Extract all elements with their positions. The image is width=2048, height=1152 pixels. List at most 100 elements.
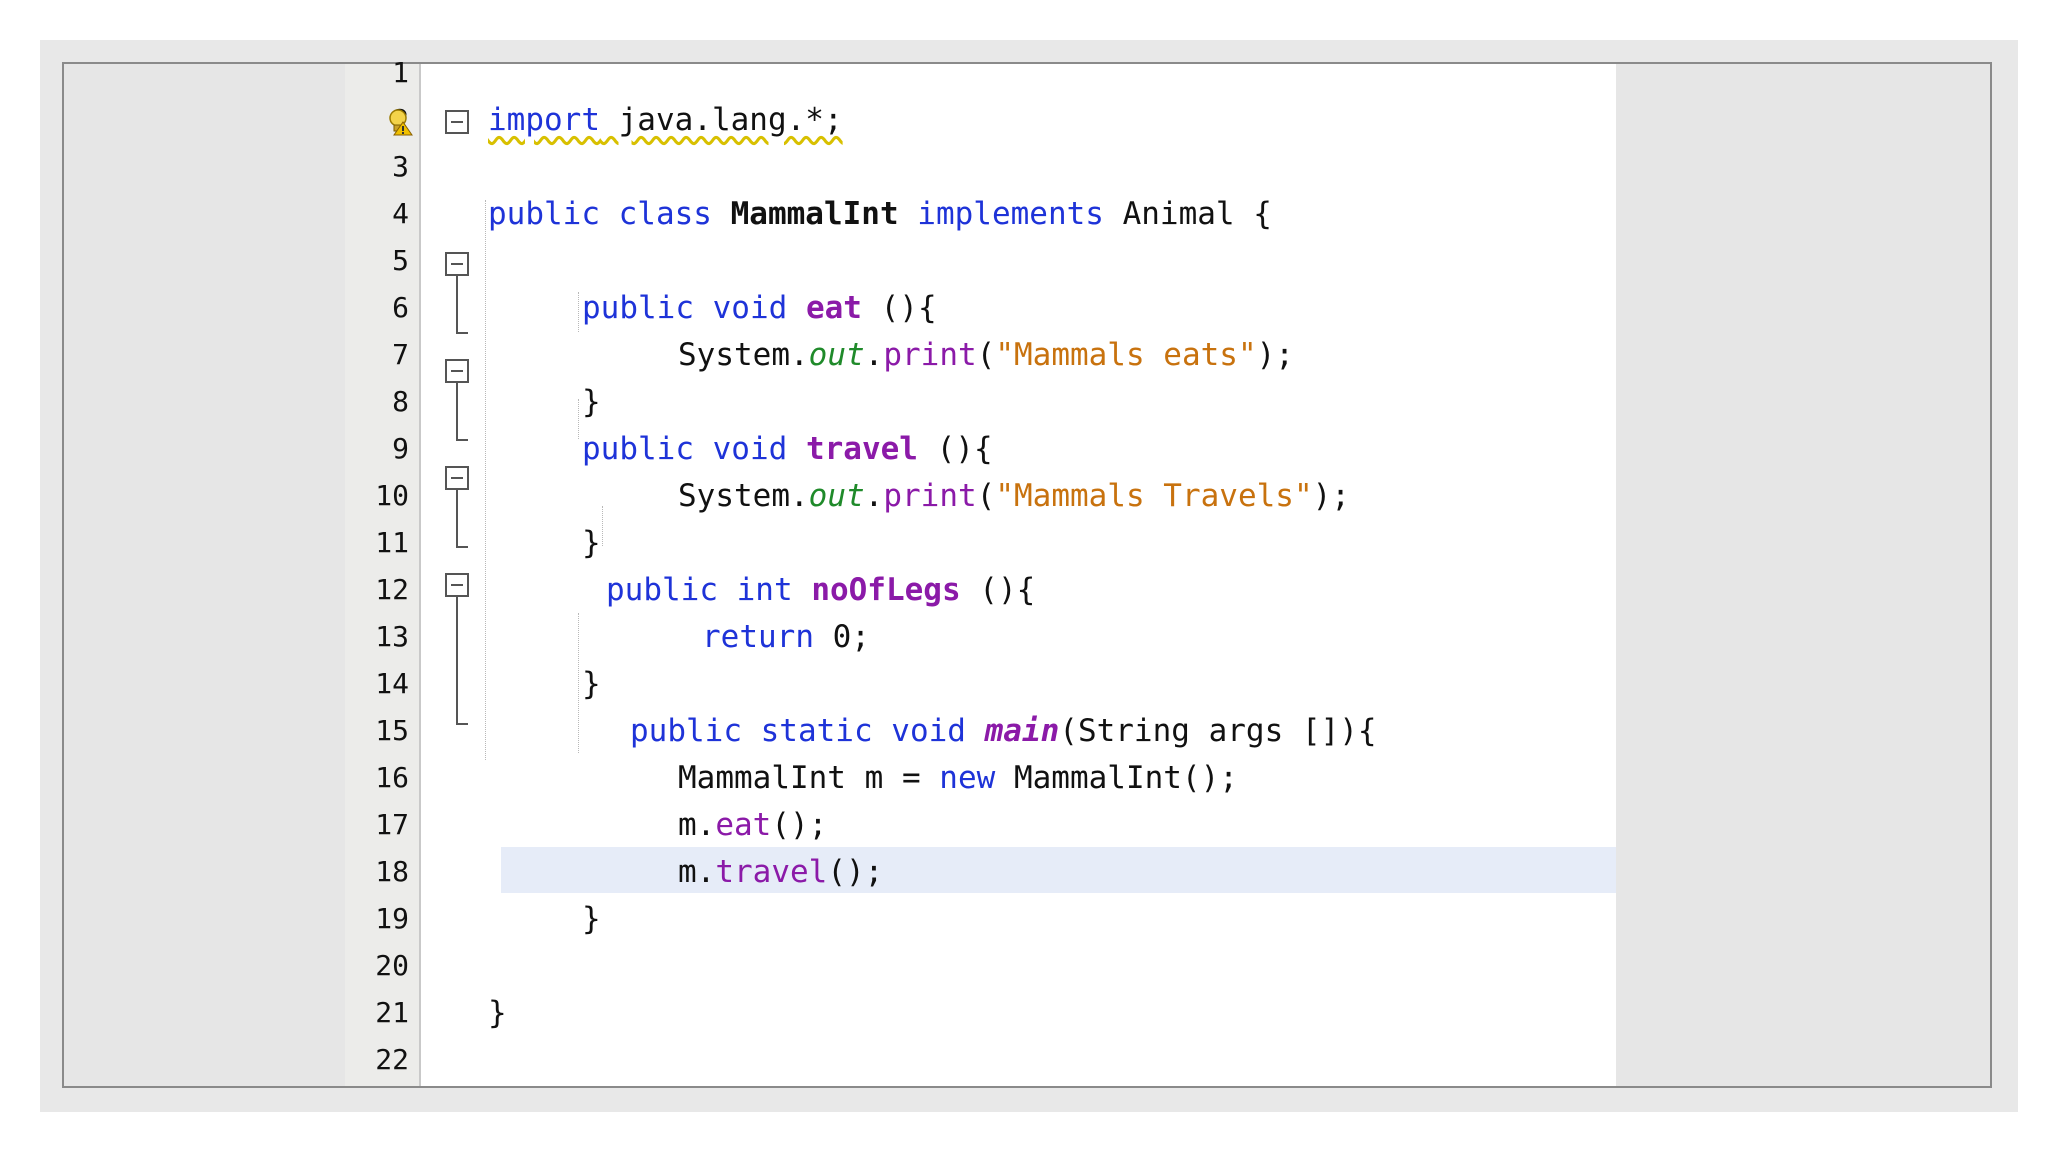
code-line-15[interactable]: public static void main(String args []){ (630, 708, 1377, 754)
line-number: 8 (392, 385, 409, 418)
code-text: ); (1312, 478, 1350, 514)
keyword: public void (582, 431, 788, 467)
code-line-19[interactable]: } (582, 896, 601, 942)
code-line-13[interactable]: return 0; (702, 614, 870, 660)
code-line-10[interactable]: System.out.print("Mammals Travels"); (678, 473, 1350, 519)
lightbulb-warning-icon[interactable] (387, 108, 413, 136)
code-editor[interactable]: 12345678910111213141516171819202122 (345, 56, 1616, 1086)
code-text: (){ (917, 431, 993, 467)
fold-range-end (456, 723, 468, 725)
line-number: 10 (375, 479, 409, 512)
ide-panel: 12345678910111213141516171819202122 (62, 56, 1992, 1088)
code-text: ( (976, 337, 996, 373)
code-line-12[interactable]: public int noOfLegs (){ (606, 567, 1035, 613)
indent-guide (485, 200, 486, 760)
code-line-21[interactable]: } (488, 990, 507, 1036)
method-call: travel (715, 854, 828, 890)
fold-range-end (456, 439, 468, 441)
line-number: 6 (392, 291, 409, 324)
line-number: 16 (375, 761, 409, 794)
code-line-9[interactable]: public void travel (){ (582, 426, 993, 472)
fold-collapse-icon[interactable] (445, 359, 469, 383)
fold-range-line (456, 490, 458, 548)
code-line-17[interactable]: m.eat(); (678, 802, 827, 848)
fold-range-line (456, 276, 458, 334)
method-name: main (984, 713, 1060, 749)
line-number: 17 (375, 808, 409, 841)
keyword: import (488, 102, 600, 138)
code-line-2[interactable]: import java.lang.*; (488, 97, 843, 143)
code-text: . (864, 337, 884, 373)
string-literal: "Mammals eats" (995, 337, 1257, 373)
string-literal: "Mammals Travels" (995, 478, 1313, 514)
method-call: print (883, 337, 977, 373)
static-field: out (808, 337, 865, 373)
method-name: eat (805, 290, 862, 326)
fold-collapse-icon[interactable] (445, 252, 469, 276)
method-call: print (883, 478, 977, 514)
keyword: public void (582, 290, 788, 326)
line-number: 4 (392, 197, 409, 230)
code-line-4[interactable]: public class MammalInt implements Animal… (488, 191, 1272, 237)
method-name: travel (805, 431, 918, 467)
code-text: (); (827, 854, 884, 890)
keyword: implements (917, 196, 1104, 232)
code-text: 0; (813, 619, 870, 655)
line-number: 19 (375, 902, 409, 935)
code-text: MammalInt m = (678, 760, 940, 796)
code-line-11[interactable]: } (582, 520, 601, 566)
indent-guide (578, 399, 579, 439)
fold-range-line (456, 383, 458, 441)
line-number: 7 (392, 338, 409, 371)
current-line-highlight (501, 847, 1616, 893)
class-name: MammalInt (730, 196, 899, 232)
code-line-6[interactable]: public void eat (){ (582, 285, 937, 331)
code-text: Animal { (1122, 196, 1272, 232)
fold-range-end (456, 332, 468, 334)
line-number: 15 (375, 714, 409, 747)
indent-guide (578, 292, 579, 332)
line-number: 5 (392, 244, 409, 277)
code-text: } (582, 525, 601, 561)
code-line-7[interactable]: System.out.print("Mammals eats"); (678, 332, 1294, 378)
code-line-14[interactable]: } (582, 661, 601, 707)
code-text: (String args []){ (1059, 713, 1377, 749)
code-text: java.lang.*; (599, 102, 843, 138)
fold-collapse-icon[interactable] (445, 466, 469, 490)
code-text: m. (678, 854, 716, 890)
keyword: public int (606, 572, 793, 608)
line-number: 20 (375, 949, 409, 982)
keyword: public static void (630, 713, 966, 749)
fold-range-end (456, 546, 468, 548)
code-line-16[interactable]: MammalInt m = new MammalInt(); (678, 755, 1238, 801)
line-number: 9 (392, 432, 409, 465)
code-text: (); (771, 807, 828, 843)
code-text: (){ (960, 572, 1036, 608)
method-call: eat (715, 807, 772, 843)
keyword: public class (488, 196, 712, 232)
keyword: return (702, 619, 814, 655)
code-text: ); (1256, 337, 1294, 373)
fold-collapse-icon[interactable] (445, 573, 469, 597)
method-name: noOfLegs (811, 572, 961, 608)
code-text: } (582, 384, 601, 420)
code-text: } (582, 901, 601, 937)
static-field: out (808, 478, 865, 514)
code-text: (){ (861, 290, 937, 326)
line-number: 14 (375, 667, 409, 700)
line-number: 11 (375, 526, 409, 559)
screenshot-frame: 12345678910111213141516171819202122 (40, 40, 2018, 1112)
code-line-18[interactable]: m.travel(); (678, 849, 883, 895)
code-text: } (488, 995, 507, 1031)
line-number: 12 (375, 573, 409, 606)
code-text: m. (678, 807, 716, 843)
line-number: 18 (375, 855, 409, 888)
code-text: ( (976, 478, 996, 514)
line-number: 21 (375, 996, 409, 1029)
line-number: 3 (392, 150, 409, 183)
code-text: } (582, 666, 601, 702)
code-text: MammalInt(); (995, 760, 1238, 796)
fold-collapse-icon[interactable] (445, 110, 469, 134)
code-line-8[interactable]: } (582, 379, 601, 425)
keyword: new (939, 760, 996, 796)
